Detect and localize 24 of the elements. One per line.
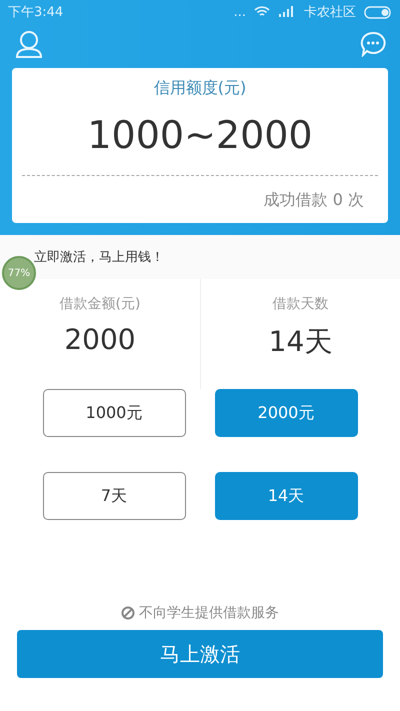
profile-icon[interactable] <box>14 29 44 59</box>
activate-button[interactable]: 马上激活 <box>17 630 383 678</box>
card-title: 信用额度(元) <box>154 78 246 99</box>
floating-ball[interactable]: 77% <box>2 256 36 290</box>
option-button[interactable]: 7天 <box>42 472 186 520</box>
credit-range: 1000~2000 <box>87 113 313 157</box>
summary-value: 14天 <box>268 324 332 360</box>
battery-icon <box>364 6 392 18</box>
summary-label: 借款天数 <box>272 295 328 313</box>
notice-text: 立即激活，马上用钱！ <box>34 249 164 266</box>
wifi-icon <box>254 6 270 18</box>
carrier-name: 卡农社区 <box>304 4 356 21</box>
option-button[interactable]: 1000元 <box>42 389 186 437</box>
summary-label: 借款金额(元) <box>60 295 140 313</box>
chat-icon[interactable] <box>360 31 386 57</box>
signal-icon <box>278 6 296 18</box>
disclaimer-text: 不向学生提供借款服务 <box>139 604 279 622</box>
prohibited-icon <box>121 606 135 620</box>
borrow-count: 成功借款 0 次 <box>264 190 364 211</box>
option-button[interactable]: 14天 <box>214 472 358 520</box>
status-time: 下午3:44 <box>8 4 64 21</box>
summary-value: 2000 <box>64 323 136 356</box>
status-dots: ... <box>234 4 246 20</box>
option-button[interactable]: 2000元 <box>214 389 358 437</box>
